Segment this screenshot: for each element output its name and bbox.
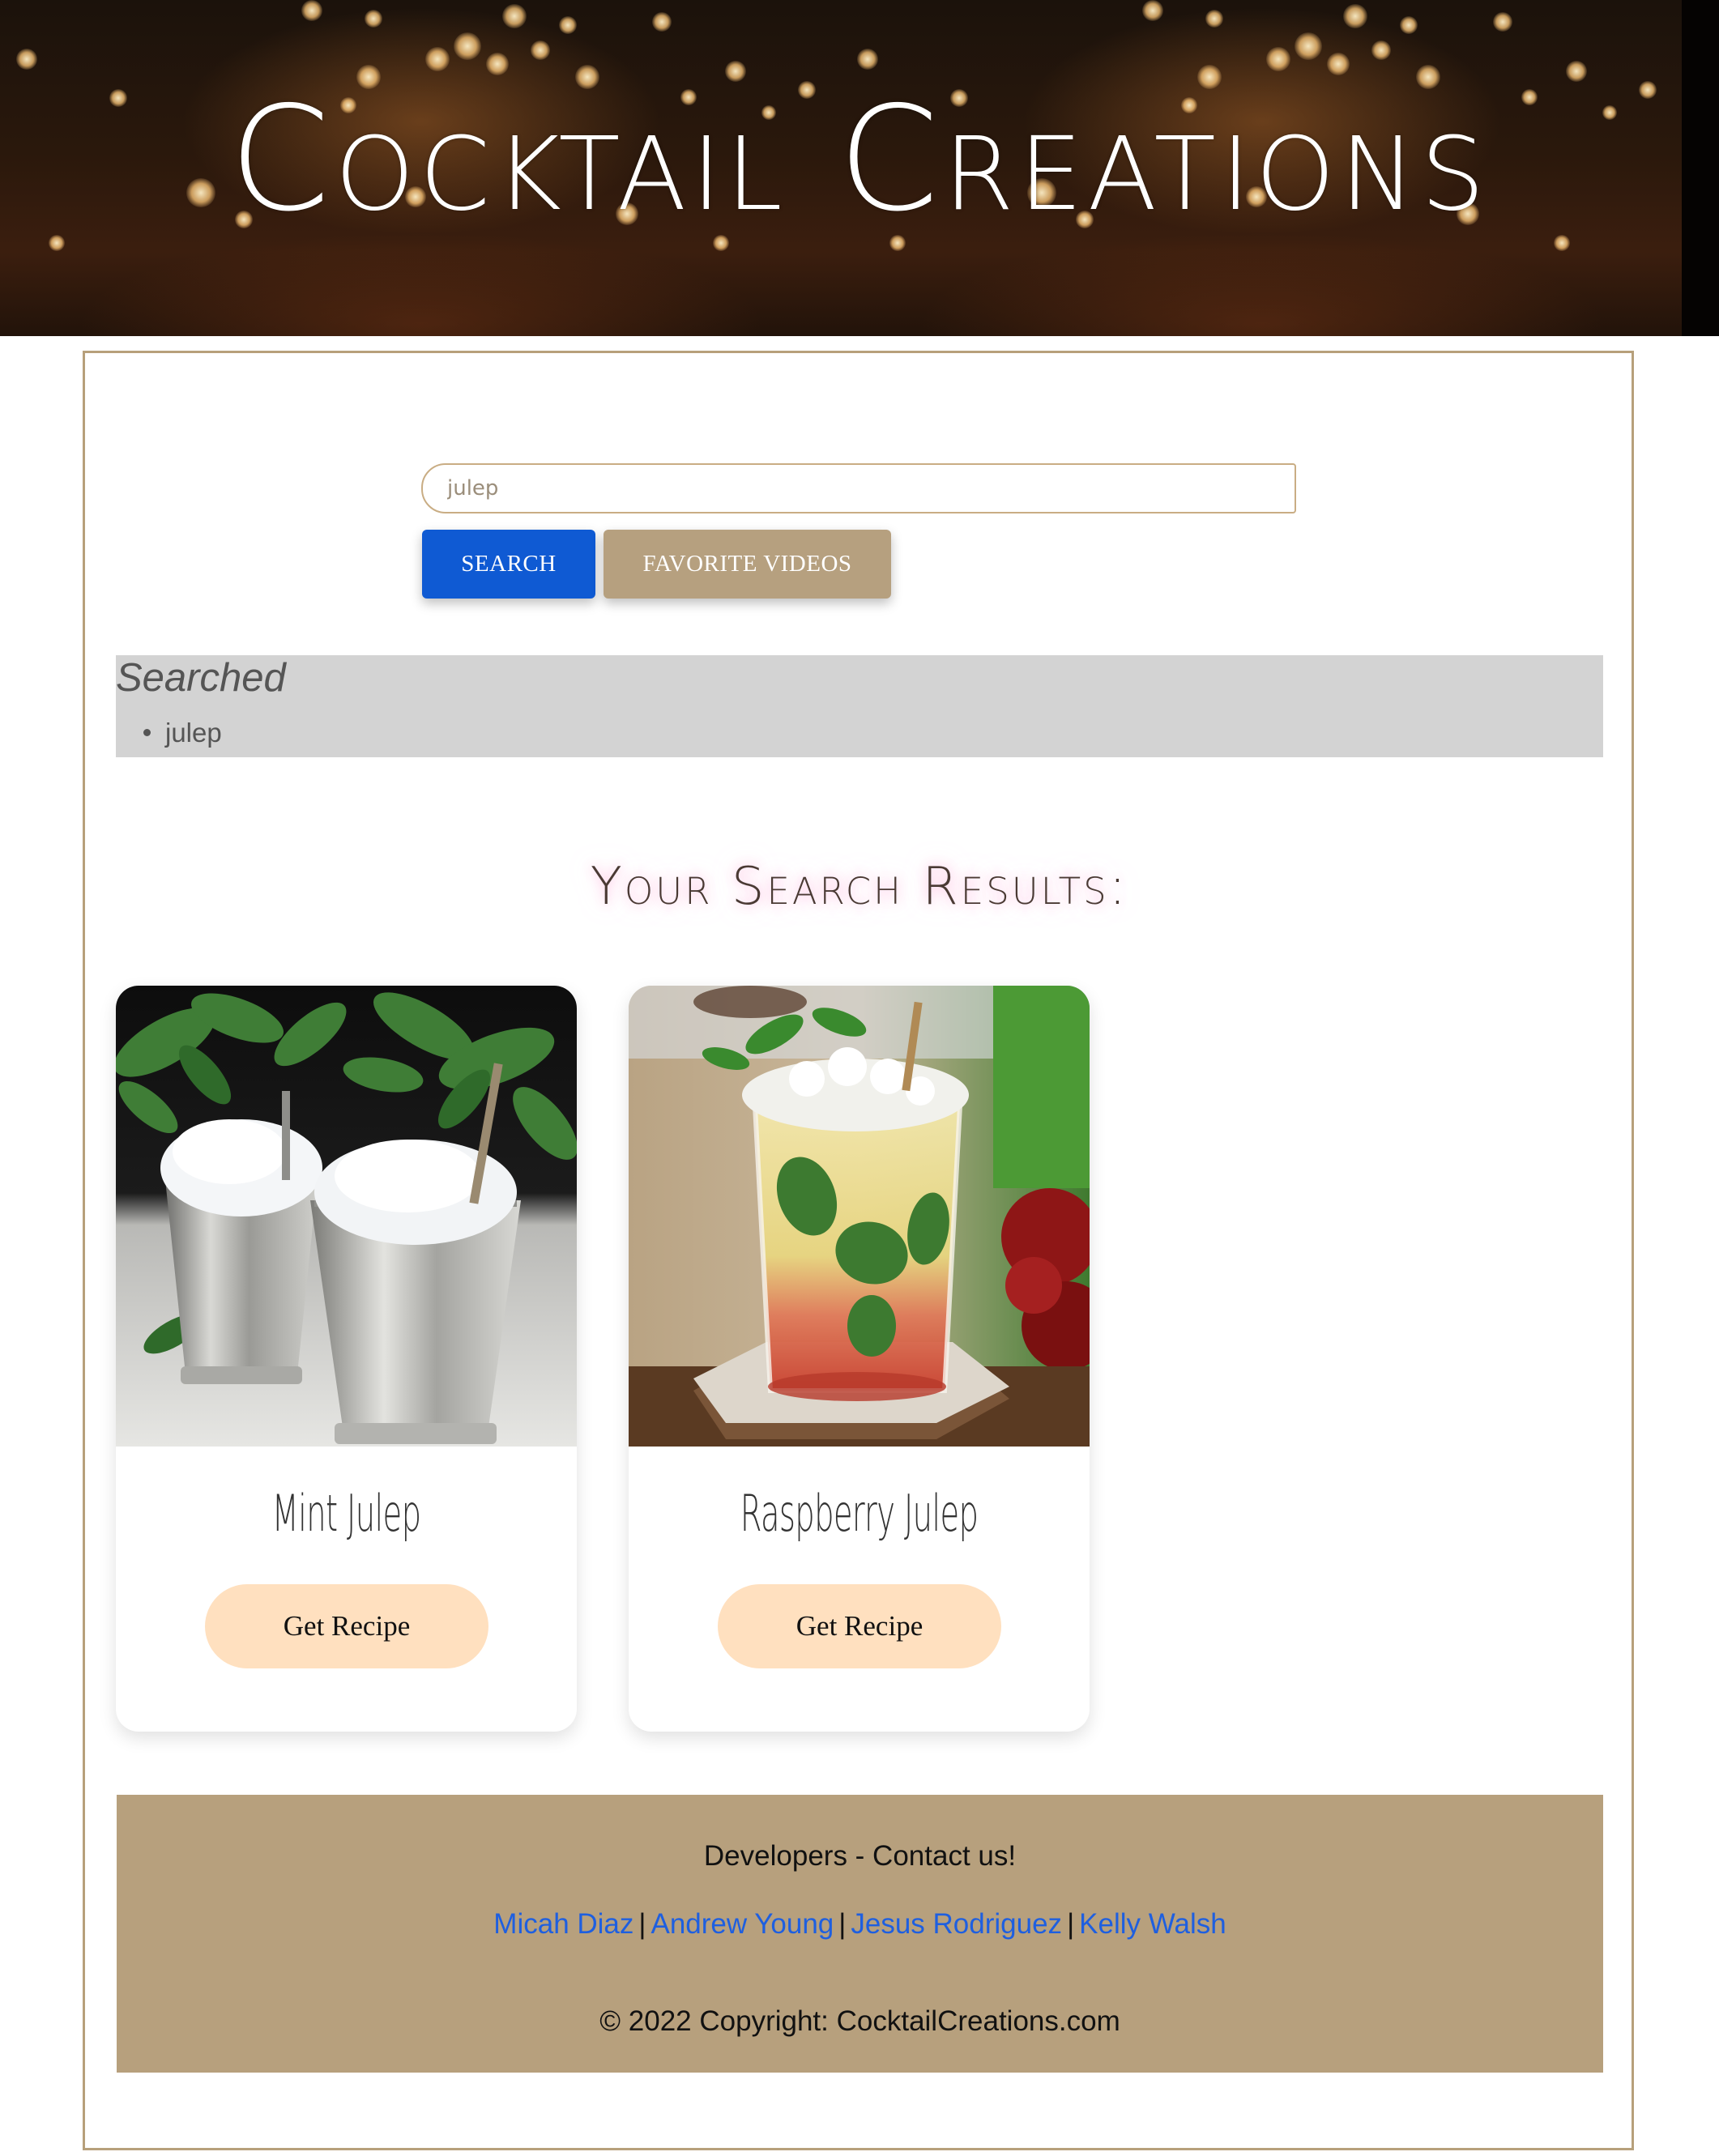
footer: Developers - Contact us! Micah Diaz | Andr… bbox=[117, 1795, 1603, 2073]
search-history-item[interactable]: julep bbox=[143, 717, 222, 749]
hero-banner: Cocktail Creations bbox=[0, 0, 1719, 336]
cocktail-name: Raspberry Julep bbox=[740, 1484, 979, 1543]
developer-link-andrew-young[interactable]: Andrew Young bbox=[651, 1908, 834, 1940]
search-button[interactable]: SEARCH bbox=[422, 530, 595, 599]
search-input[interactable] bbox=[421, 463, 1296, 513]
developer-link-kelly-walsh[interactable]: Kelly Walsh bbox=[1079, 1908, 1226, 1940]
search-history-title: Searched bbox=[116, 656, 286, 700]
site-title: Cocktail Creations bbox=[229, 75, 1490, 243]
mint-julep-image[interactable] bbox=[116, 986, 577, 1447]
get-recipe-button[interactable]: Get Recipe bbox=[718, 1584, 1001, 1668]
developer-links: Micah Diaz | Andrew Young | Jesus Rodriguez |… bbox=[117, 1908, 1603, 1941]
copyright-text: © 2022 Copyright: CocktailCreations.com bbox=[599, 2005, 1120, 2037]
cocktail-name: Mint Julep bbox=[271, 1484, 421, 1543]
favorite-videos-button[interactable]: FAVORITE VIDEOS bbox=[604, 530, 891, 599]
search-history-panel: Searched julep bbox=[116, 655, 1603, 757]
link-separator: | bbox=[1067, 1908, 1075, 1940]
link-separator: | bbox=[838, 1908, 847, 1940]
get-recipe-button[interactable]: Get Recipe bbox=[205, 1584, 488, 1668]
raspberry-julep-image[interactable] bbox=[629, 986, 1090, 1447]
search-history-item-label: julep bbox=[165, 718, 222, 748]
cocktail-card: Mint Julep Get Recipe bbox=[116, 986, 577, 1732]
results-heading: Your Search Results: bbox=[590, 857, 1129, 917]
cocktail-card: Raspberry Julep Get Recipe bbox=[629, 986, 1090, 1732]
link-separator: | bbox=[638, 1908, 646, 1940]
developer-link-micah-diaz[interactable]: Micah Diaz bbox=[493, 1908, 633, 1940]
bullet-icon bbox=[143, 728, 151, 736]
footer-contact-text: Developers - Contact us! bbox=[703, 1840, 1017, 1872]
developer-link-jesus-rodriguez[interactable]: Jesus Rodriguez bbox=[851, 1908, 1062, 1940]
